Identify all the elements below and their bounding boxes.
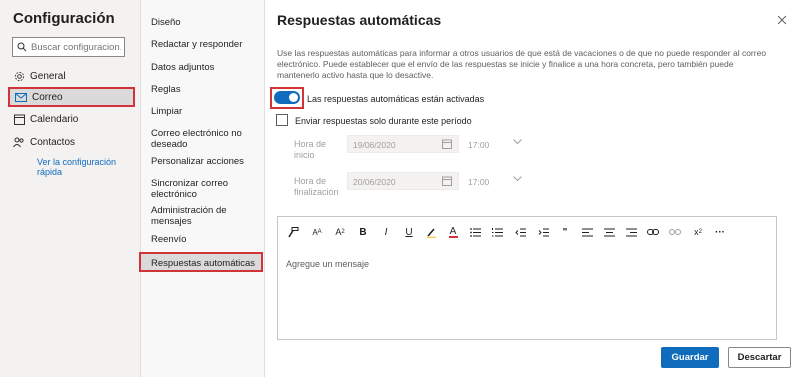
nav-item-contacts[interactable]: Contactos [8,132,135,152]
chevron-down-icon[interactable] [513,139,522,145]
message-editor[interactable]: AA A2 B I U A " x2 ··· Agregue un mensaj… [277,216,777,340]
bold-icon[interactable]: B [356,225,370,239]
menu-item-attachments[interactable]: Datos adjuntos [151,62,261,73]
calendar-icon[interactable] [442,176,452,186]
menu-item-junk[interactable]: Correo electrónico no deseado [151,128,261,150]
menu-item-forwarding[interactable]: Reenvío [151,234,261,245]
nav-item-label: Calendario [30,113,79,125]
menu-item-actions[interactable]: Personalizar acciones [151,156,261,167]
calendar-icon [8,114,30,125]
nav-item-calendar[interactable]: Calendario [8,109,135,129]
menu-item-message-handling[interactable]: Administración de mensajes [151,205,261,227]
align-right-icon[interactable] [624,225,638,239]
search-icon [17,42,27,52]
period-checkbox-label: Enviar respuestas solo durante este perí… [295,116,472,126]
automatic-replies-panel: Respuestas automáticas Use las respuesta… [265,0,800,377]
description-text: Use las respuestas automáticas para info… [277,48,767,80]
calendar-icon[interactable] [442,139,452,149]
link-icon[interactable] [646,225,660,239]
gear-icon [8,71,30,82]
nav-item-general[interactable]: General [8,66,135,86]
menu-item-compose[interactable]: Redactar y responder [151,39,261,50]
more-options-icon[interactable]: ··· [713,225,727,239]
start-date-field[interactable]: 19/06/2020 [347,135,459,153]
increase-indent-icon[interactable] [536,225,550,239]
end-date-field[interactable]: 20/06/2020 [347,172,459,190]
discard-button[interactable]: Descartar [728,347,791,368]
font-size-icon[interactable]: AA [310,225,324,239]
menu-item-sweep[interactable]: Limpiar [151,106,261,117]
chevron-down-icon[interactable] [513,176,522,182]
font-size-up-icon[interactable]: A2 [333,225,347,239]
period-checkbox[interactable] [276,114,288,126]
nav-item-mail[interactable]: Correo [8,87,135,107]
bulleted-list-icon[interactable] [468,225,482,239]
start-time-label: Hora de inicio [294,139,327,160]
save-button[interactable]: Guardar [661,347,719,368]
menu-item-layout[interactable]: Diseño [151,17,261,28]
mail-settings-menu: Diseño Redactar y responder Datos adjunt… [139,0,265,377]
menu-item-sync[interactable]: Sincronizar correo electrónico [151,178,261,200]
quick-settings-link[interactable]: Ver la configuración rápida [37,157,127,177]
nav-item-label: General [30,70,66,82]
nav-item-label: Correo [32,91,63,103]
search-input[interactable] [27,41,121,53]
menu-item-automatic-replies[interactable]: Respuestas automáticas [139,252,263,272]
auto-replies-toggle[interactable] [274,91,300,104]
toggle-knob [289,93,298,102]
page-title: Respuestas automáticas [277,12,442,28]
quote-icon[interactable]: " [558,225,572,239]
search-box[interactable] [12,37,125,57]
menu-item-rules[interactable]: Reglas [151,84,261,95]
font-color-icon[interactable]: A [446,225,460,239]
end-time-label: Hora de finalización [294,176,339,197]
end-date-value: 20/06/2020 [353,177,396,187]
start-time-value[interactable]: 17:00 [468,140,489,150]
start-date-value: 19/06/2020 [353,140,396,150]
italic-icon[interactable]: I [379,225,393,239]
end-time-value[interactable]: 17:00 [468,177,489,187]
unlink-icon[interactable] [668,225,682,239]
underline-icon[interactable]: U [402,225,416,239]
align-left-icon[interactable] [580,225,594,239]
people-icon [8,137,30,148]
settings-nav-panel: Configuración General Correo Calendario … [0,0,141,377]
toggle-label: Las respuestas automáticas están activad… [307,94,485,104]
numbered-list-icon[interactable] [490,225,504,239]
decrease-indent-icon[interactable] [513,225,527,239]
settings-title: Configuración [13,10,115,27]
highlight-icon[interactable] [424,225,438,239]
superscript-icon[interactable]: x2 [691,225,705,239]
mail-icon [10,92,32,102]
nav-item-label: Contactos [30,136,76,148]
close-icon[interactable] [775,13,789,27]
editor-placeholder: Agregue un mensaje [286,259,370,269]
format-painter-icon[interactable] [286,225,300,239]
align-center-icon[interactable] [602,225,616,239]
